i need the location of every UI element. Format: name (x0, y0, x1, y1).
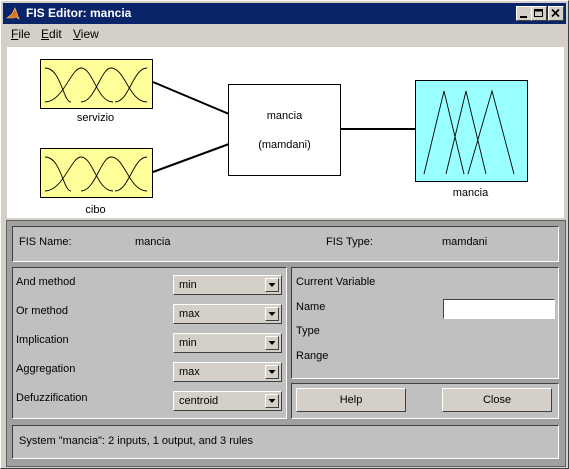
current-variable-title: Current Variable (296, 276, 376, 288)
dropdown-arrow-icon (265, 307, 279, 321)
fis-name-value: mancia (135, 236, 171, 248)
or-method-label: Or method (16, 305, 68, 317)
or-method-value: max (179, 308, 200, 320)
input-cibo-label: cibo (85, 204, 106, 216)
button-panel: Help Close (291, 383, 559, 419)
implication-label: Implication (16, 334, 69, 346)
system-box[interactable]: mancia (mamdani) (228, 84, 341, 176)
fis-editor-window: FIS Editor: mancia File Edit View serviz… (0, 0, 569, 469)
system-name: mancia (266, 110, 303, 122)
fis-type-label: FIS Type: (326, 236, 373, 248)
and-method-value: min (179, 279, 197, 291)
fis-type-value: mamdani (442, 236, 488, 248)
membership-functions-icon (423, 89, 515, 175)
implication-select[interactable]: min (173, 333, 282, 353)
help-button[interactable]: Help (296, 388, 406, 412)
variable-type-label: Type (296, 325, 320, 337)
aggregation-select[interactable]: max (173, 362, 282, 382)
defuzzification-select[interactable]: centroid (173, 391, 282, 411)
fis-info-panel: FIS Name: mancia FIS Type: mamdani (12, 226, 559, 262)
methods-panel: And method min Or method max Implication… (12, 267, 287, 419)
dropdown-arrow-icon (265, 365, 279, 379)
input-servizio-label: servizio (76, 112, 115, 124)
system-type: (mamdani) (258, 139, 311, 151)
minimize-icon (520, 16, 527, 18)
or-method-select[interactable]: max (173, 304, 282, 324)
minimize-button[interactable] (516, 6, 532, 21)
implication-value: min (179, 337, 197, 349)
close-window-button[interactable] (548, 6, 564, 21)
maximize-button[interactable] (531, 6, 547, 21)
defuzzification-value: centroid (179, 395, 219, 407)
window-title: FIS Editor: mancia (26, 6, 132, 20)
menu-edit-label: dit (49, 27, 62, 41)
status-text: System "mancia": 2 inputs, 1 output, and… (19, 435, 254, 447)
variable-range-label: Range (296, 350, 329, 362)
variable-name-label: Name (296, 301, 326, 313)
dropdown-arrow-icon (265, 394, 279, 408)
and-method-select[interactable]: min (173, 275, 282, 295)
output-mancia-box[interactable] (415, 80, 528, 182)
dropdown-arrow-icon (265, 336, 279, 350)
output-mancia-label: mancia (452, 187, 489, 199)
title-bar[interactable]: FIS Editor: mancia (3, 3, 566, 24)
menu-view-label: iew (80, 27, 99, 41)
matlab-logo-icon (6, 6, 21, 21)
maximize-icon (534, 9, 543, 17)
current-variable-panel: Current Variable Name Type Range (291, 267, 559, 379)
status-panel: System "mancia": 2 inputs, 1 output, and… (12, 425, 559, 459)
menu-edit[interactable]: Edit (41, 27, 62, 41)
input-servizio-box[interactable] (40, 59, 153, 109)
aggregation-value: max (179, 366, 200, 378)
menu-edit-key: E (41, 27, 50, 41)
dropdown-arrow-icon (265, 278, 279, 292)
input-cibo-box[interactable] (40, 148, 153, 198)
close-icon (551, 8, 560, 18)
menu-view[interactable]: View (73, 27, 99, 41)
fis-name-label: FIS Name: (19, 236, 72, 248)
membership-functions-icon (44, 67, 148, 103)
menu-view-key: V (73, 27, 81, 41)
lower-panel: FIS Name: mancia FIS Type: mamdani And m… (6, 220, 566, 467)
close-button[interactable]: Close (442, 388, 552, 412)
aggregation-label: Aggregation (16, 363, 76, 375)
fis-diagram: servizio cibo mancia (mamdani) mancia (7, 47, 564, 218)
and-method-label: And method (16, 276, 76, 288)
membership-functions-icon (44, 156, 148, 192)
menu-file-label: ile (18, 27, 31, 41)
menu-bar: File Edit View (3, 25, 566, 44)
menu-file[interactable]: File (11, 27, 30, 41)
defuzzification-label: Defuzzification (16, 392, 88, 404)
variable-name-field[interactable] (443, 299, 555, 319)
